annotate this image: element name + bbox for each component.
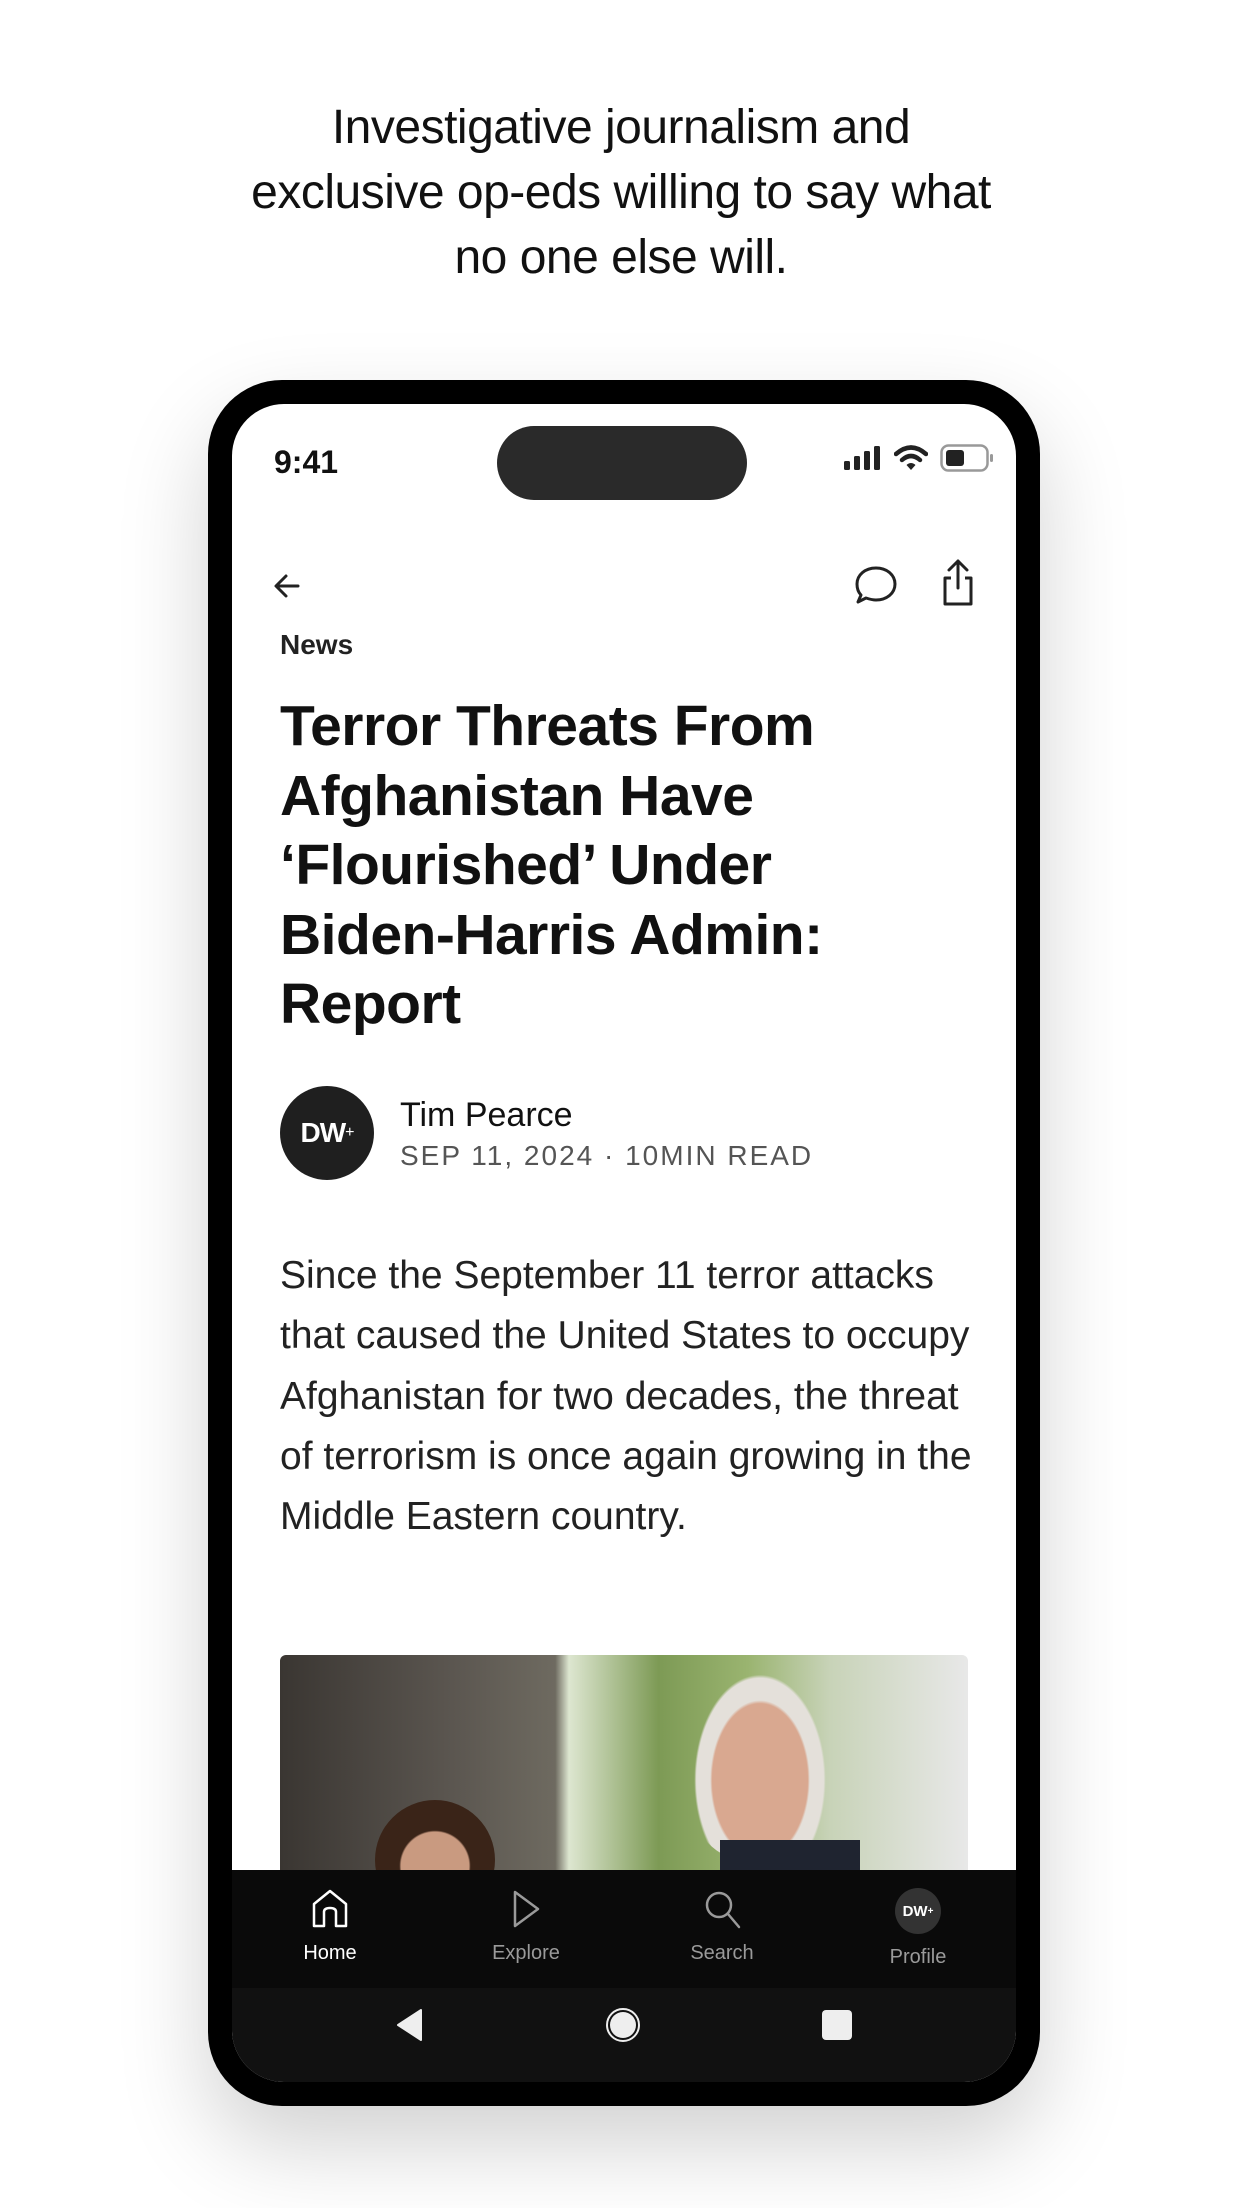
wifi-icon bbox=[894, 445, 928, 470]
nav-recents-icon[interactable] bbox=[821, 2009, 853, 2041]
system-nav-bar bbox=[232, 1988, 1016, 2082]
photo-person-right bbox=[685, 1660, 835, 1860]
plus-icon: + bbox=[345, 1124, 354, 1141]
article-photo[interactable] bbox=[280, 1655, 968, 1875]
article-category[interactable]: News bbox=[280, 629, 353, 661]
search-icon bbox=[705, 1891, 741, 1929]
tagline-line: Investigative journalism and bbox=[331, 101, 911, 154]
read-time: 10MIN READ bbox=[625, 1140, 814, 1171]
tab-explore[interactable]: Explore bbox=[428, 1870, 624, 1988]
author-byline: DW + Tim Pearce SEP 11, 2024 · 10MIN READ bbox=[280, 1086, 813, 1180]
author-name[interactable]: Tim Pearce bbox=[400, 1094, 813, 1136]
photo-person-left bbox=[375, 1800, 495, 1875]
play-icon bbox=[513, 1890, 540, 1928]
tab-label: Search bbox=[690, 1942, 754, 1964]
tab-label: Profile bbox=[889, 1946, 947, 1968]
home-icon bbox=[312, 1889, 348, 1928]
tagline-line: no one else will. bbox=[454, 231, 788, 284]
publish-date: SEP 11, 2024 bbox=[400, 1140, 595, 1171]
profile-avatar: DW + bbox=[895, 1888, 941, 1934]
meta-separator: · bbox=[604, 1140, 616, 1171]
status-time: 9:41 bbox=[274, 444, 339, 480]
phone-screen: 9:41 News Terror Threats From Afghanista… bbox=[232, 404, 1016, 2082]
status-icons bbox=[844, 444, 994, 472]
plus-icon: + bbox=[927, 1905, 934, 1917]
share-icon[interactable] bbox=[940, 558, 976, 608]
article-headline: Terror Threats From Afghanistan Have ‘Fl… bbox=[280, 694, 823, 1036]
tab-search[interactable]: Search bbox=[624, 1870, 820, 1988]
tagline: Investigative journalism and exclusive o… bbox=[0, 95, 1242, 290]
tab-label: Explore bbox=[492, 1942, 560, 1964]
phone-frame: 9:41 News Terror Threats From Afghanista… bbox=[208, 380, 1040, 2106]
tab-home[interactable]: Home bbox=[232, 1870, 428, 1988]
article-meta: SEP 11, 2024 · 10MIN READ bbox=[400, 1140, 813, 1172]
back-arrow-icon[interactable] bbox=[272, 564, 302, 608]
author-avatar[interactable]: DW + bbox=[280, 1086, 374, 1180]
battery-icon bbox=[940, 444, 993, 472]
article-body: Since the September 11 terror attacks th… bbox=[280, 1254, 972, 1539]
tagline-line: exclusive op-eds willing to say what bbox=[251, 166, 991, 219]
comment-icon[interactable] bbox=[854, 564, 898, 608]
cellular-signal-icon bbox=[844, 446, 880, 470]
article-toolbar bbox=[272, 559, 976, 608]
nav-home-icon[interactable] bbox=[605, 2007, 641, 2043]
nav-back-icon[interactable] bbox=[395, 2008, 425, 2042]
tab-profile[interactable]: DW + Profile bbox=[820, 1870, 1016, 1988]
tab-label: Home bbox=[303, 1942, 357, 1964]
bottom-tab-bar: Home Explore Search DW + Profile bbox=[232, 1870, 1016, 1988]
dynamic-island bbox=[497, 426, 747, 500]
